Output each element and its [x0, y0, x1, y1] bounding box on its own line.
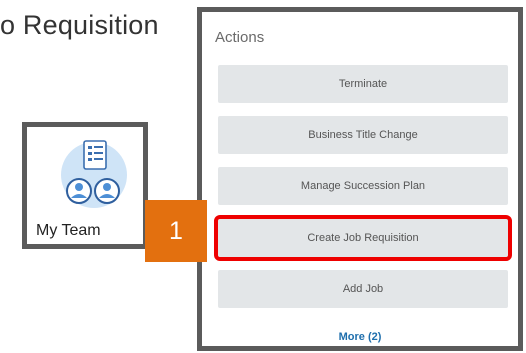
add-job-button[interactable]: Add Job [218, 270, 508, 308]
step-number-badge: 1 [145, 200, 207, 262]
my-team-tile[interactable]: My Team [22, 122, 148, 249]
manage-succession-plan-button[interactable]: Manage Succession Plan [218, 167, 508, 205]
page-title: o Requisition [0, 10, 159, 40]
actions-title: Actions [215, 29, 265, 46]
screen: o Requisition My Team Actions Terminate … [0, 0, 526, 353]
tile-label: My Team [36, 222, 101, 239]
business-title-change-button[interactable]: Business Title Change [218, 116, 508, 154]
terminate-button[interactable]: Terminate [218, 65, 508, 103]
team-people-icon [61, 140, 127, 208]
more-link[interactable]: More (2) [202, 331, 518, 343]
actions-panel: Actions Terminate Business Title Change … [197, 7, 523, 351]
create-job-requisition-button[interactable]: Create Job Requisition [214, 215, 512, 261]
